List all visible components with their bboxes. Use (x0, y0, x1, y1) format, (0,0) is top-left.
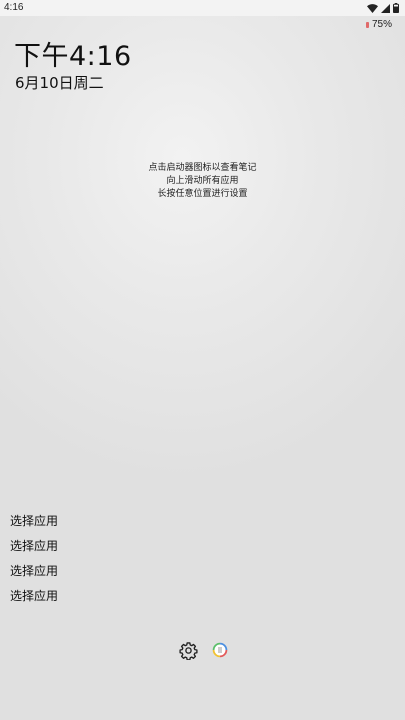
hint-line: 向上滑动所有应用 (166, 176, 239, 186)
app-slot[interactable]: 选择应用 (10, 538, 130, 563)
cell-signal-icon (381, 3, 390, 13)
battery-level-icon (365, 21, 369, 28)
hint-line: 长按任意位置进行设置 (157, 189, 248, 199)
launcher-button[interactable] (210, 640, 230, 660)
wifi-icon (367, 3, 378, 13)
battery-percent: 75% (371, 19, 392, 30)
dock (178, 640, 230, 660)
status-bar: 4:16 (0, 0, 405, 16)
battery-indicator: 75% (365, 19, 392, 30)
app-slot[interactable]: 选择应用 (10, 513, 130, 538)
hint-text: 点击启动器图标以查看笔记 向上滑动所有应用 长按任意位置进行设置 (0, 162, 405, 201)
launcher-app-icon (212, 642, 228, 658)
clock-date[interactable]: 6月10日周二 (15, 72, 104, 93)
app-slot[interactable]: 选择应用 (10, 588, 130, 613)
status-icons (367, 2, 399, 14)
status-time: 4:16 (4, 2, 24, 13)
settings-gear-icon (178, 641, 198, 660)
clock-time[interactable]: 下午4:16 (14, 34, 132, 73)
hint-line: 点击启动器图标以查看笔记 (148, 163, 257, 173)
app-slot-list: 选择应用 选择应用 选择应用 选择应用 (10, 513, 130, 613)
battery-icon (393, 3, 399, 13)
app-slot[interactable]: 选择应用 (10, 563, 130, 588)
settings-button[interactable] (178, 640, 198, 660)
